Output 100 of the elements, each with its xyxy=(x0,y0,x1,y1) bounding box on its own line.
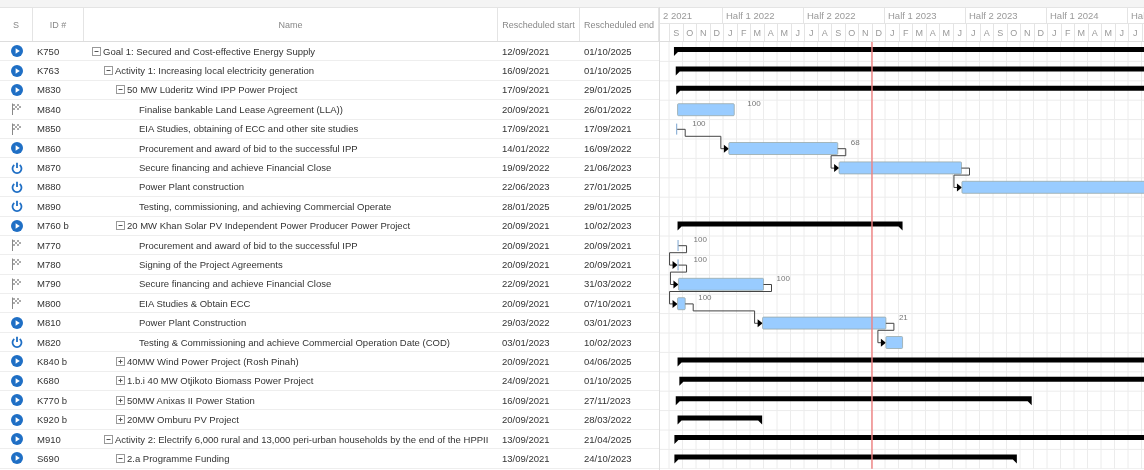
id-cell-text: M770 xyxy=(36,239,62,251)
column-header[interactable]: Rescheduled start xyxy=(498,8,580,41)
expand-icon[interactable] xyxy=(116,395,125,405)
date-cell-text: 20/09/2021 xyxy=(501,103,551,115)
summary-bar[interactable] xyxy=(675,66,1144,76)
date-cell-text: 03/01/2023 xyxy=(583,317,633,329)
name-cell: 50 MW Lüderitz Wind IPP Power Project xyxy=(127,84,298,96)
progress-label: 100 xyxy=(747,99,761,109)
date-cell-text: 17/09/2021 xyxy=(501,84,551,96)
month-header: D xyxy=(710,24,724,41)
collapse-icon[interactable] xyxy=(104,434,113,444)
collapse-icon[interactable] xyxy=(116,221,125,231)
id-cell-text: M850 xyxy=(36,123,62,135)
month-header: F xyxy=(899,24,913,41)
period-header: Hal xyxy=(1130,9,1144,23)
name-cell: Signing of the Project Agreements xyxy=(139,259,283,270)
month-header: S xyxy=(832,24,846,41)
progress-label: 68 xyxy=(850,138,860,148)
milestone-marker[interactable] xyxy=(677,258,679,271)
id-cell-text: M760 b xyxy=(36,220,70,232)
collapse-icon[interactable] xyxy=(104,66,113,76)
month-header: F xyxy=(737,24,751,41)
date-cell-text: 04/06/2025 xyxy=(583,355,633,367)
column-header[interactable]: Rescheduled end xyxy=(580,8,659,41)
date-cell-text: 21/04/2025 xyxy=(583,433,633,445)
month-header: J xyxy=(724,24,738,41)
id-cell-text: M790 xyxy=(36,278,62,290)
expand-icon[interactable] xyxy=(116,376,125,386)
name-cell: EIA Studies & Obtain ECC xyxy=(139,297,251,309)
date-cell-text: 24/09/2021 xyxy=(501,375,551,387)
date-cell-text: 01/10/2025 xyxy=(583,375,633,387)
date-cell-text: 27/11/2023 xyxy=(583,394,632,406)
column-header[interactable]: Name xyxy=(84,8,498,41)
date-cell-text: 16/09/2022 xyxy=(583,142,633,154)
month-header: D xyxy=(872,24,886,41)
date-cell-text: 26/01/2022 xyxy=(583,103,633,115)
date-cell-text: 13/09/2021 xyxy=(501,433,551,445)
date-cell-text: 13/09/2021 xyxy=(501,452,551,464)
date-cell-text: 29/01/2025 xyxy=(583,200,633,212)
month-header: A xyxy=(926,24,940,41)
summary-bar[interactable] xyxy=(675,396,1032,406)
summary-bar[interactable] xyxy=(677,221,903,231)
milestone-marker[interactable] xyxy=(677,239,679,252)
month-header: N xyxy=(859,24,873,41)
summary-bar[interactable] xyxy=(676,85,1144,95)
id-cell-text: K763 xyxy=(36,65,61,77)
date-cell-text: 17/09/2021 xyxy=(583,123,633,135)
month-header: J xyxy=(805,24,819,41)
period-header: Half 2 2023 xyxy=(966,8,1047,23)
month-header: F xyxy=(1061,24,1075,41)
date-cell-text: 20/09/2021 xyxy=(501,297,551,309)
month-header: M xyxy=(913,24,927,41)
summary-bar[interactable] xyxy=(674,454,1017,464)
month-header: A xyxy=(764,24,778,41)
name-cell: 40MW Wind Power Project (Rosh Pinah) xyxy=(127,355,299,367)
summary-bar[interactable] xyxy=(677,415,763,425)
name-cell: 2.a Programme Funding xyxy=(127,452,230,464)
date-cell-text: 20/09/2021 xyxy=(501,239,551,251)
month-header: A xyxy=(980,24,994,41)
id-cell-text: M780 xyxy=(36,259,62,270)
date-cell-text: 20/09/2021 xyxy=(501,220,551,232)
date-cell-text: 20/09/2021 xyxy=(501,355,551,367)
month-header: J xyxy=(791,24,805,41)
name-cell: Secure financing and achieve Financial Close xyxy=(139,278,332,290)
summary-bar[interactable] xyxy=(674,435,1144,444)
id-cell-text: M910 xyxy=(36,433,62,445)
month-header: O xyxy=(1007,24,1021,41)
id-cell-text: S690 xyxy=(36,452,61,464)
progress-label: 21 xyxy=(898,312,908,322)
month-header: M xyxy=(1075,24,1089,41)
period-header: Half 1 2023 xyxy=(885,8,966,23)
summary-bar[interactable] xyxy=(677,357,1144,367)
date-cell-text: 22/09/2021 xyxy=(501,278,551,290)
month-header: J xyxy=(1048,24,1062,41)
date-cell-text: 17/09/2021 xyxy=(501,123,551,135)
collapse-icon[interactable] xyxy=(116,453,125,463)
month-header: D xyxy=(1034,24,1048,41)
period-header: Half 1 2022 xyxy=(723,8,804,23)
id-cell-text: K680 xyxy=(36,375,61,387)
collapse-icon[interactable] xyxy=(92,46,101,56)
column-header[interactable]: ID # xyxy=(33,8,84,41)
name-cell: Testing & Commissioning and achieve Commercial Operation Date (COD) xyxy=(139,336,450,348)
summary-bar[interactable] xyxy=(673,47,1144,56)
date-cell-text: 28/03/2022 xyxy=(583,414,633,426)
name-cell: Power Plant Construction xyxy=(139,317,247,329)
milestone-marker[interactable] xyxy=(676,123,678,136)
month-header: M xyxy=(1102,24,1116,41)
id-cell-text: K770 b xyxy=(36,394,69,406)
date-cell-text: 07/10/2021 xyxy=(583,297,633,309)
date-cell-text: 19/09/2022 xyxy=(501,162,551,174)
name-cell: 1.b.i 40 MW Otjikoto Biomass Power Project xyxy=(127,375,314,387)
name-cell: Testing, commissioning, and achieving Commercial Operate xyxy=(139,200,392,212)
collapse-icon[interactable] xyxy=(116,85,125,95)
expand-icon[interactable] xyxy=(116,356,125,366)
date-cell-text: 20/09/2021 xyxy=(583,239,633,251)
summary-bar[interactable] xyxy=(679,376,1144,386)
column-header[interactable]: S xyxy=(0,8,33,41)
progress-label: 100 xyxy=(693,235,707,245)
month-header: J xyxy=(953,24,967,41)
expand-icon[interactable] xyxy=(116,415,125,425)
